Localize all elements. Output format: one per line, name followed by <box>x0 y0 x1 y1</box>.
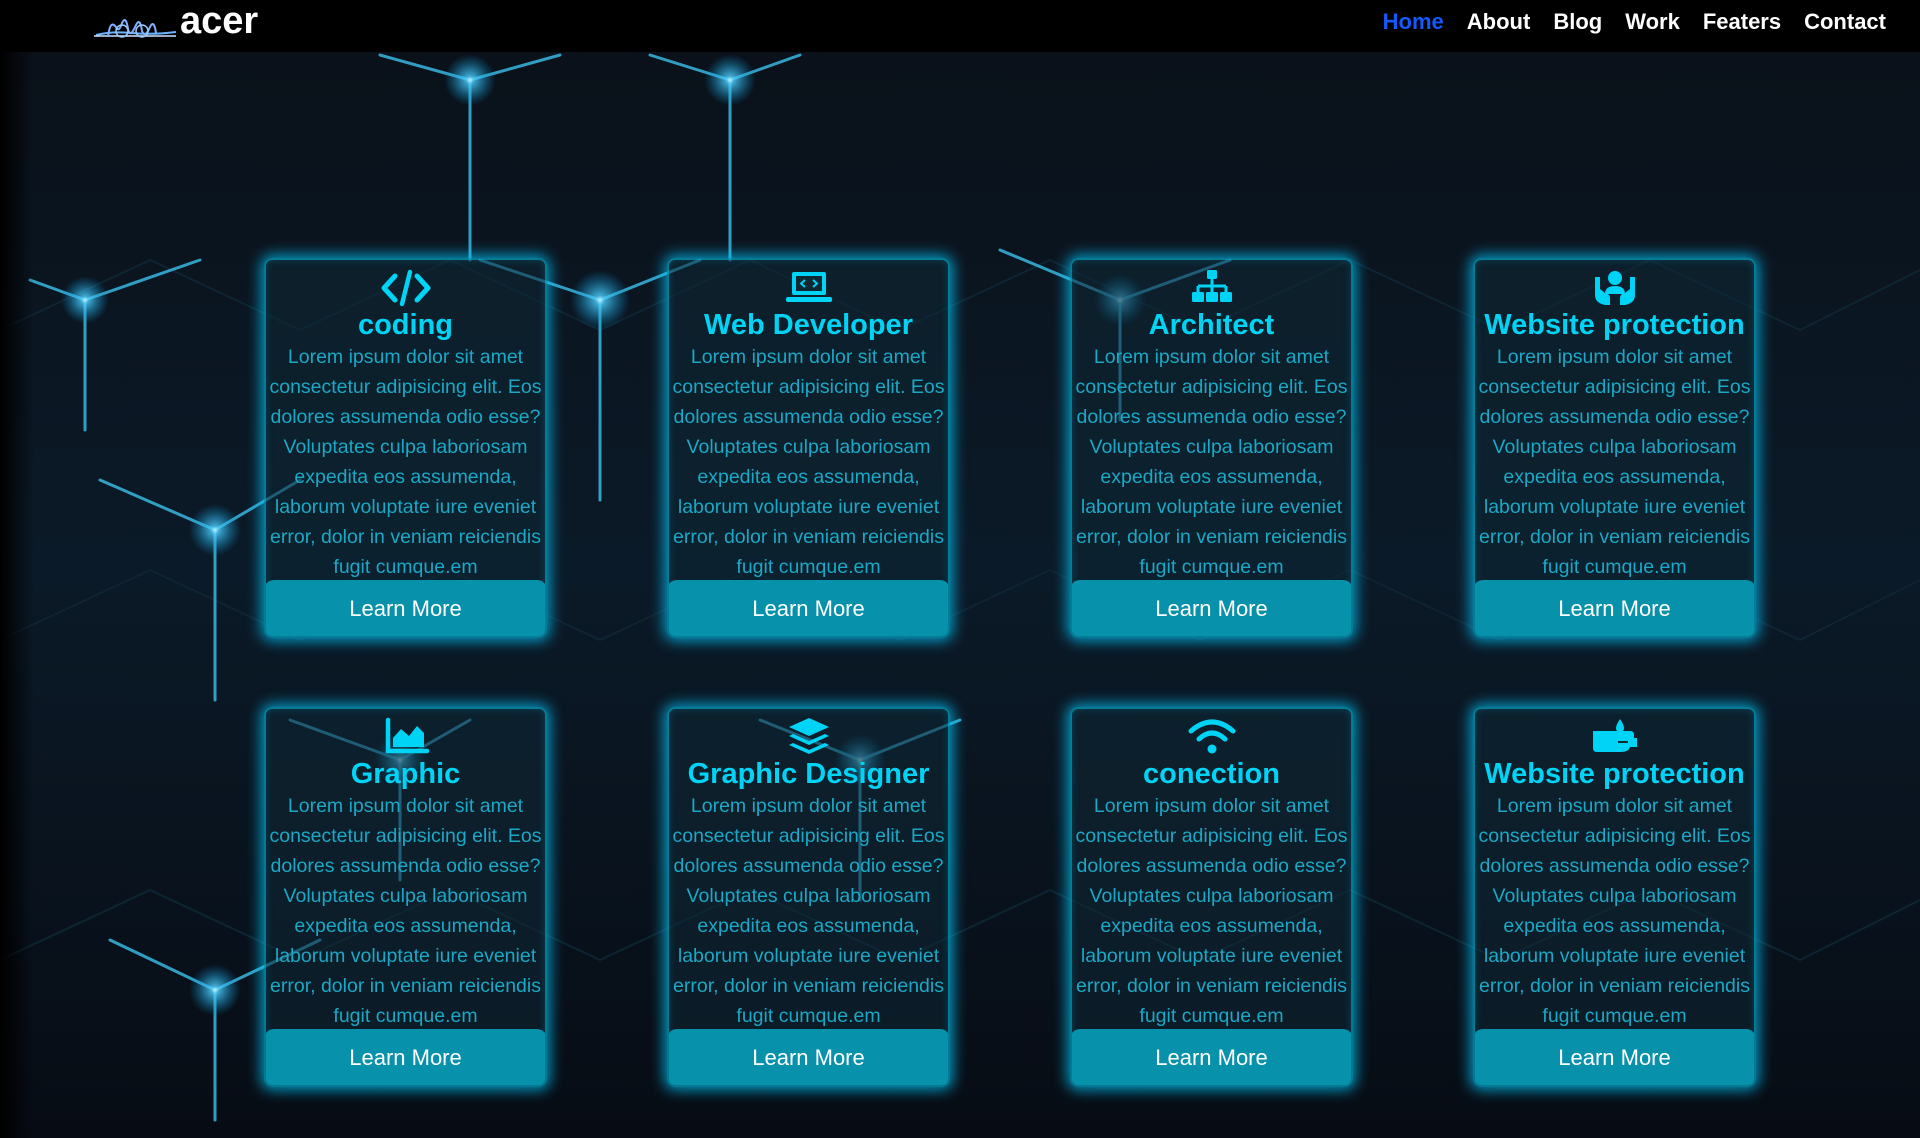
service-card-website-protection-2: Website protection Lorem ipsum dolor sit… <box>1473 707 1756 1087</box>
nav-link-contact[interactable]: Contact <box>1804 9 1886 35</box>
wifi-icon <box>1072 716 1351 758</box>
brand-name: acer <box>180 0 259 42</box>
hands-holding-user-icon <box>1475 267 1754 309</box>
service-card-graphic: Graphic Lorem ipsum dolor sit amet conse… <box>264 707 547 1087</box>
card-title: Web Developer <box>704 309 913 341</box>
services-grid: coding Lorem ipsum dolor sit amet consec… <box>0 0 1920 1138</box>
hero-section: coding Lorem ipsum dolor sit amet consec… <box>0 0 1920 1138</box>
acer-logo-icon <box>94 19 177 38</box>
code-icon <box>266 267 545 309</box>
card-description: Lorem ipsum dolor sit amet consectetur a… <box>672 795 945 1027</box>
nav-link-about[interactable]: About <box>1467 9 1531 35</box>
nav-link-featers[interactable]: Featers <box>1703 9 1781 35</box>
card-description: Lorem ipsum dolor sit amet consectetur a… <box>269 795 542 1027</box>
nav-link-home[interactable]: Home <box>1383 9 1444 35</box>
service-card-coding: coding Lorem ipsum dolor sit amet consec… <box>264 258 547 638</box>
service-card-web-developer: Web Developer Lorem ipsum dolor sit amet… <box>667 258 950 638</box>
card-title: Website protection <box>1484 309 1745 341</box>
sitemap-icon <box>1072 267 1351 309</box>
learn-more-button[interactable]: Learn More <box>669 580 948 636</box>
nav-menu: Home About Blog Work Featers Contact <box>1383 9 1886 35</box>
area-chart-icon <box>266 716 545 758</box>
nav-link-work[interactable]: Work <box>1625 9 1680 35</box>
card-description: Lorem ipsum dolor sit amet consectetur a… <box>269 346 542 578</box>
service-card-architect: Architect Lorem ipsum dolor sit amet con… <box>1070 258 1353 638</box>
learn-more-button[interactable]: Learn More <box>266 580 545 636</box>
card-description: Lorem ipsum dolor sit amet consectetur a… <box>672 346 945 578</box>
service-card-graphic-designer: Graphic Designer Lorem ipsum dolor sit a… <box>667 707 950 1087</box>
layer-stack-icon <box>669 716 948 758</box>
card-description: Lorem ipsum dolor sit amet consectetur a… <box>1478 346 1751 578</box>
learn-more-button[interactable]: Learn More <box>669 1029 948 1085</box>
service-card-website-protection: Website protection Lorem ipsum dolor sit… <box>1473 258 1756 638</box>
learn-more-button[interactable]: Learn More <box>266 1029 545 1085</box>
learn-more-button[interactable]: Learn More <box>1475 1029 1754 1085</box>
card-title: conection <box>1143 758 1280 790</box>
brand-logo[interactable]: acer <box>92 2 258 46</box>
card-title: Graphic Designer <box>687 758 930 790</box>
card-title: coding <box>357 309 454 341</box>
hand-holding-droplet-icon <box>1475 716 1754 758</box>
card-title: Website protection <box>1484 758 1745 790</box>
learn-more-button[interactable]: Learn More <box>1072 580 1351 636</box>
service-card-connection: conection Lorem ipsum dolor sit amet con… <box>1070 707 1353 1087</box>
learn-more-button[interactable]: Learn More <box>1072 1029 1351 1085</box>
card-title: Architect <box>1148 309 1275 341</box>
card-description: Lorem ipsum dolor sit amet consectetur a… <box>1478 795 1751 1027</box>
laptop-code-icon <box>669 267 948 309</box>
card-description: Lorem ipsum dolor sit amet consectetur a… <box>1075 346 1348 578</box>
card-title: Graphic <box>350 758 461 790</box>
learn-more-button[interactable]: Learn More <box>1475 580 1754 636</box>
card-description: Lorem ipsum dolor sit amet consectetur a… <box>1075 795 1348 1027</box>
nav-link-blog[interactable]: Blog <box>1553 9 1602 35</box>
top-navbar: acer Home About Blog Work Featers Contac… <box>0 0 1920 52</box>
